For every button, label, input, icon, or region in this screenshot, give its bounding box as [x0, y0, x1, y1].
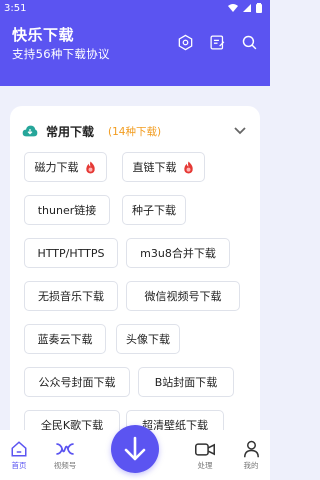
wifi-icon: [228, 4, 238, 12]
app-header: 3:51 快乐下载 支持56种下载协议: [0, 0, 270, 86]
download-type-tag[interactable]: 种子下载: [122, 195, 186, 225]
download-type-tag[interactable]: HTTP/HTTPS: [24, 238, 118, 268]
download-type-label: 无损音乐下载: [38, 290, 104, 303]
nav-home[interactable]: 首页: [0, 438, 39, 471]
download-type-label: thuner链接: [37, 204, 97, 217]
chevron-down-icon[interactable]: [232, 122, 248, 138]
nav-video-label: 视频号: [53, 461, 77, 470]
download-type-label: 直链下载: [132, 161, 177, 174]
header-actions: [176, 33, 258, 51]
download-type-label: 头像下载: [126, 333, 170, 346]
nav-home-label: 首页: [11, 461, 27, 470]
cloud-download-icon: [22, 125, 38, 137]
download-type-tag[interactable]: thuner链接: [24, 195, 110, 225]
download-type-tag[interactable]: 微信视频号下载: [126, 281, 240, 311]
nav-mine[interactable]: 我的: [231, 438, 271, 471]
download-type-tag[interactable]: 磁力下载: [24, 152, 107, 182]
app-title: 快乐下载: [12, 26, 75, 44]
arrow-down-icon: [124, 436, 146, 461]
signal-icon: [243, 4, 251, 12]
section-header[interactable]: 常用下载 (14种下载): [22, 120, 250, 142]
download-type-tag[interactable]: 蓝奏云下载: [24, 324, 106, 354]
user-icon: [243, 440, 259, 458]
nav-process[interactable]: 处理: [185, 438, 225, 471]
section-count: (14种下载): [108, 125, 162, 138]
download-fab-button[interactable]: [111, 425, 159, 473]
download-type-label: 公众号封面下载: [38, 376, 116, 389]
video-channel-icon: [56, 443, 74, 455]
section-title: 常用下载: [46, 124, 95, 139]
search-icon[interactable]: [240, 33, 258, 51]
battery-icon: [256, 3, 262, 13]
download-type-label: 微信视频号下载: [144, 290, 222, 303]
status-icons: [228, 3, 262, 13]
download-type-tag[interactable]: 头像下载: [116, 324, 180, 354]
status-bar: 3:51: [0, 0, 270, 16]
hot-badge-icon: [84, 160, 97, 174]
download-type-tag[interactable]: 无损音乐下载: [24, 281, 118, 311]
download-type-tag[interactable]: B站封面下载: [138, 367, 234, 397]
home-icon: [11, 441, 27, 457]
nav-process-label: 处理: [197, 461, 213, 470]
status-time: 3:51: [4, 2, 27, 14]
nav-video[interactable]: 视频号: [45, 438, 85, 471]
edit-note-icon[interactable]: [208, 33, 226, 51]
download-types-card: 常用下载 (14种下载) 磁力下载 直链下载 thuner链接 种子下载 HTTP/HT…: [10, 106, 260, 446]
download-type-tag[interactable]: m3u8合并下载: [126, 238, 230, 268]
download-type-label: 种子下载: [132, 204, 176, 217]
video-camera-icon: [195, 442, 215, 456]
app-subtitle: 支持56种下载协议: [12, 47, 110, 61]
download-type-tag[interactable]: 公众号封面下载: [24, 367, 130, 397]
download-type-label: m3u8合并下载: [140, 247, 216, 260]
download-type-tag[interactable]: 直链下载: [122, 152, 205, 182]
nav-mine-label: 我的: [243, 461, 259, 470]
download-type-label: 磁力下载: [34, 161, 79, 174]
settings-gear-icon[interactable]: [176, 33, 194, 51]
download-type-label: 蓝奏云下载: [37, 333, 93, 346]
download-type-label: HTTP/HTTPS: [37, 246, 105, 260]
hot-badge-icon: [182, 160, 195, 174]
download-type-label: B站封面下载: [154, 376, 218, 389]
